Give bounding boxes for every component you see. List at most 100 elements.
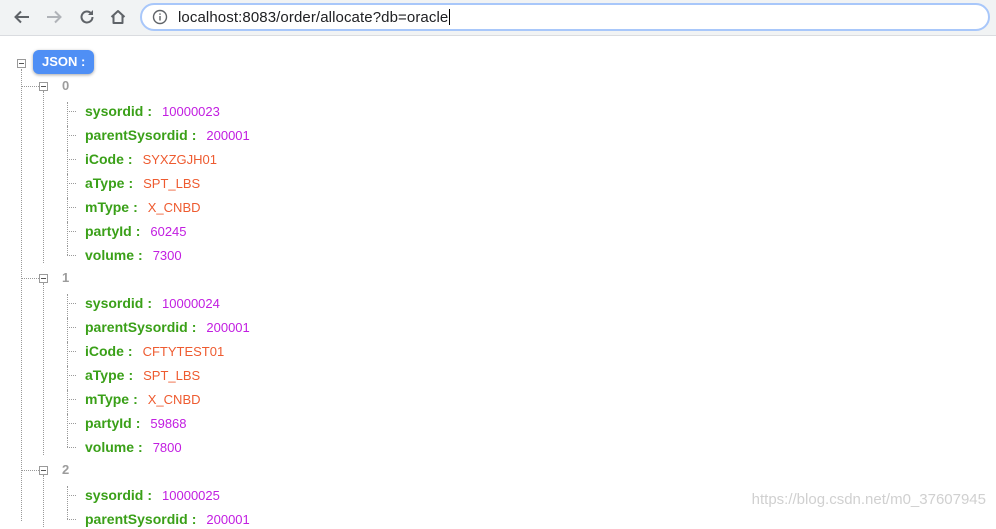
number-value: 10000025 [162,488,220,503]
root-tree-line [21,69,22,521]
field-connector [67,159,76,160]
info-icon[interactable] [152,9,168,25]
field-tree-line [67,342,68,366]
property-key: iCode [85,151,124,167]
field-connector [67,207,76,208]
tree-connector [22,470,39,471]
field-connector [67,495,76,496]
watermark: https://blog.csdn.net/m0_37607945 [751,491,986,508]
url-text[interactable]: localhost:8083/order/allocate?db=oracle [178,8,451,26]
field-tree-line [67,438,68,447]
item-collapse-toggle[interactable] [39,274,48,283]
home-button[interactable] [105,5,131,29]
field-connector [67,375,76,376]
field-tree-line [67,366,68,390]
number-value: 7800 [152,440,182,455]
field-connector [67,327,76,328]
string-value: X_CNBD [147,392,201,407]
json-viewer: JSON : 0 sysordid:10000023 parentSysordid:… [0,36,996,527]
array-index-label: 2 [62,462,70,477]
key-value-separator: : [133,391,138,407]
field-tree-line [67,486,68,510]
address-bar[interactable]: localhost:8083/order/allocate?db=oracle [140,3,990,31]
json-property-row: sysordid:10000024 [85,294,220,312]
number-value: 60245 [150,224,187,239]
property-key: volume [85,247,135,263]
item-tree-line [43,283,44,455]
field-connector [67,183,76,184]
tree-connector [22,278,39,279]
key-value-separator: : [133,199,138,215]
json-property-row: volume:7300 [85,246,182,264]
key-value-separator: : [191,127,197,143]
string-value: SYXZGJH01 [142,152,217,167]
property-key: sysordid [85,487,144,503]
json-property-row: iCode: CFTYTEST01 [85,342,224,360]
key-value-separator: : [135,415,141,431]
url-host: localhost [178,8,239,26]
json-property-row: partyId:59868 [85,414,187,432]
property-key: volume [85,439,135,455]
json-property-row: parentSysordid:200001 [85,318,250,336]
property-key: iCode [85,343,124,359]
reload-button[interactable] [74,5,100,29]
field-tree-line [67,510,68,519]
property-key: aType [85,175,125,191]
json-property-row: iCode: SYXZGJH01 [85,150,217,168]
property-key: aType [85,367,125,383]
number-value: 10000024 [162,296,220,311]
json-property-row: aType: SPT_LBS [85,174,200,192]
field-connector [67,447,76,448]
property-key: sysordid [85,295,144,311]
field-connector [67,231,76,232]
forward-arrow-icon [47,10,62,24]
field-tree-line [67,246,68,255]
property-key: parentSysordid [85,319,188,335]
tree-connector [22,86,39,87]
array-index-label: 1 [62,270,70,285]
key-value-separator: : [147,103,153,119]
property-key: parentSysordid [85,511,188,527]
field-connector [67,423,76,424]
json-property-row: partyId:60245 [85,222,187,240]
key-value-separator: : [138,439,143,455]
string-value: X_CNBD [147,200,201,215]
item-collapse-toggle[interactable] [39,82,48,91]
root-collapse-toggle[interactable] [17,59,26,68]
json-property-row: aType: SPT_LBS [85,366,200,384]
property-key: mType [85,199,130,215]
key-value-separator: : [128,175,134,191]
number-value: 200001 [206,320,250,335]
key-value-separator: : [135,223,141,239]
json-property-row: mType: X_CNBD [85,198,201,216]
property-key: sysordid [85,103,144,119]
item-collapse-toggle[interactable] [39,466,48,475]
field-connector [67,399,76,400]
json-property-row: parentSysordid:200001 [85,510,250,528]
forward-button[interactable] [41,5,67,29]
number-value: 200001 [206,512,250,527]
array-index-label: 0 [62,78,70,93]
text-caret [449,8,451,25]
back-button[interactable] [9,5,35,29]
field-tree-line [67,414,68,438]
browser-toolbar: localhost:8083/order/allocate?db=oracle [0,0,996,36]
key-value-separator: : [191,511,197,527]
property-key: parentSysordid [85,127,188,143]
field-tree-line [67,126,68,150]
field-tree-line [67,102,68,126]
field-connector [67,135,76,136]
property-key: partyId [85,223,132,239]
back-arrow-icon [14,10,29,24]
key-value-separator: : [127,343,133,359]
item-tree-line [43,475,44,527]
string-value: CFTYTEST01 [142,344,225,359]
number-value: 7300 [152,248,182,263]
key-value-separator: : [147,487,153,503]
property-key: mType [85,391,130,407]
reload-icon [80,10,94,24]
key-value-separator: : [191,319,197,335]
number-value: 200001 [206,128,250,143]
url-path: :8083/order/allocate?db=oracle [238,8,449,26]
string-value: SPT_LBS [143,368,201,383]
